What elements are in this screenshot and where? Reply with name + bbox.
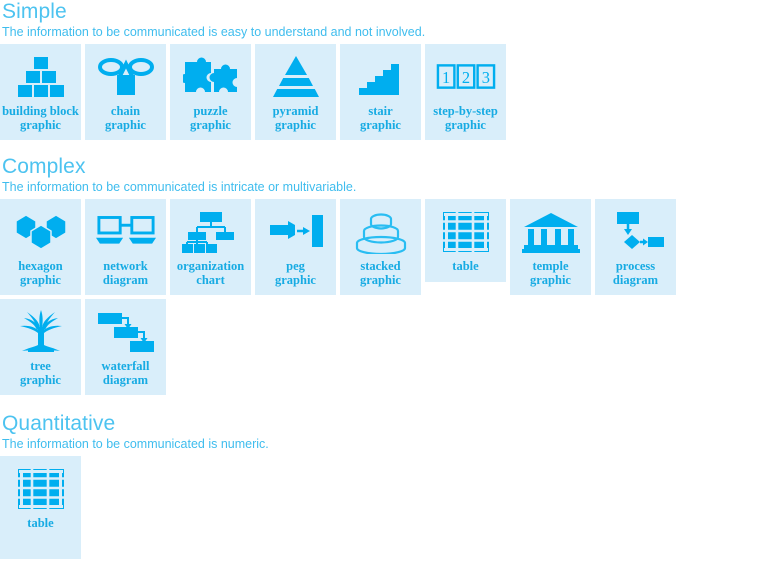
card-label: puzzle graphic [190,104,231,132]
card-building-block-graphic[interactable]: building block graphic [0,44,81,140]
card-label: pyramid graphic [272,104,319,132]
card-hexagon-graphic[interactable]: hexagon graphic [0,199,81,295]
card-table-quantitative[interactable]: table [0,456,81,559]
hexagon-icon [11,207,71,257]
card-table-complex[interactable]: table [425,199,506,282]
smartart-category-gallery: Simple The information to be communicate… [0,0,762,559]
card-tree-graphic[interactable]: tree graphic [0,299,81,395]
section-header-complex: Complex The information to be communicat… [0,155,762,199]
network-icon [95,207,156,257]
section-title-simple: Simple [2,0,67,23]
section-description-complex: The information to be communicated is in… [2,180,357,194]
card-label: building block graphic [2,104,79,132]
step-number-2: 2 [461,68,469,87]
step-number-1: 1 [442,68,450,87]
card-puzzle-graphic[interactable]: puzzle graphic [170,44,251,140]
card-label: waterfall diagram [101,359,150,387]
waterfall-icon [96,307,156,357]
step-by-step-icon: 1 2 3 [436,52,496,102]
card-label: process diagram [612,259,659,287]
card-process-diagram[interactable]: process diagram [595,199,676,295]
tree-icon [11,307,71,357]
table-icon [436,207,496,257]
card-label: temple graphic [530,259,571,287]
card-grid-complex: hexagon graphic network diagram organiza… [0,199,762,399]
card-stacked-graphic[interactable]: stacked graphic [340,199,421,295]
process-icon [606,207,666,257]
stair-icon [351,52,411,102]
peg-icon [266,207,326,257]
card-label: hexagon graphic [18,259,63,287]
table-icon [11,464,71,514]
card-label: network diagram [102,259,149,287]
org-chart-icon [181,207,241,257]
card-label: table [452,259,479,273]
card-stair-graphic[interactable]: stair graphic [340,44,421,140]
card-label: step-by-step graphic [433,104,498,132]
section-description-quantitative: The information to be communicated is nu… [2,437,269,451]
section-title-complex: Complex [2,155,86,178]
card-label: table [27,516,54,530]
puzzle-icon [181,52,241,102]
section-description-simple: The information to be communicated is ea… [2,25,426,39]
card-peg-graphic[interactable]: peg graphic [255,199,336,295]
card-organization-chart[interactable]: organization chart [170,199,251,295]
temple-icon [521,207,581,257]
pyramid-icon [266,52,326,102]
card-label: tree graphic [20,359,61,387]
card-chain-graphic[interactable]: chain graphic [85,44,166,140]
step-number-3: 3 [481,68,489,87]
section-quantitative: Quantitative The information to be commu… [0,399,762,563]
chain-icon [96,52,156,102]
stacked-icon [351,207,411,257]
card-label: stair graphic [360,104,401,132]
section-header-quantitative: Quantitative The information to be commu… [0,412,762,456]
section-header-simple: Simple The information to be communicate… [0,0,762,44]
card-label: organization chart [176,259,245,287]
section-simple: Simple The information to be communicate… [0,0,762,144]
card-waterfall-diagram[interactable]: waterfall diagram [85,299,166,395]
card-grid-quantitative: table [0,456,762,563]
card-step-by-step-graphic[interactable]: 1 2 3 step-by-step graphic [425,44,506,140]
card-temple-graphic[interactable]: temple graphic [510,199,591,295]
card-label: chain graphic [105,104,146,132]
card-network-diagram[interactable]: network diagram [85,199,166,295]
building-block-icon [11,52,71,102]
section-complex: Complex The information to be communicat… [0,144,762,399]
section-title-quantitative: Quantitative [2,412,116,435]
card-label: peg graphic [275,259,316,287]
card-pyramid-graphic[interactable]: pyramid graphic [255,44,336,140]
card-grid-simple: building block graphic chain graphic puz… [0,44,762,144]
card-label: stacked graphic [360,259,401,287]
